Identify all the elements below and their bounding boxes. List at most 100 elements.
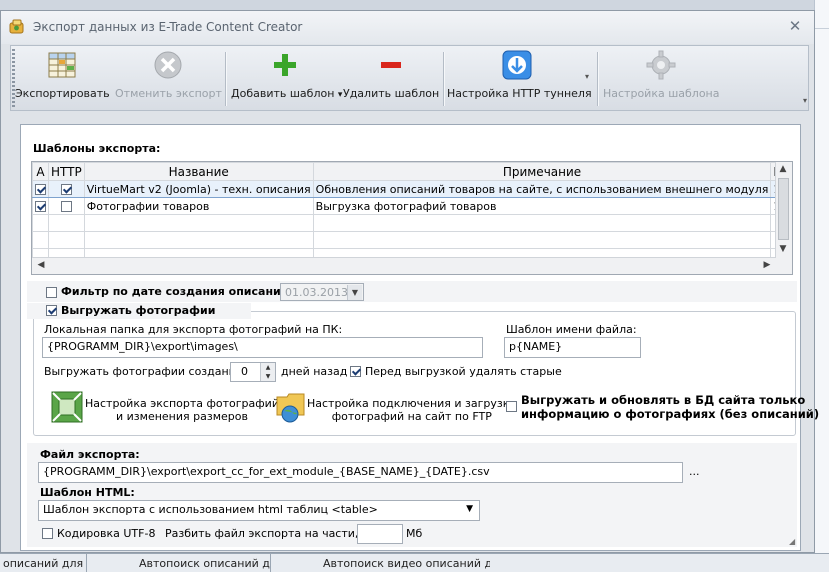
empty-cell: [48, 214, 85, 232]
background-tab[interactable]: Автопоиск описаний для: [86, 554, 270, 572]
column-header-a[interactable]: A: [32, 162, 49, 181]
date-filter-field[interactable]: 01.03.2013 ▼: [280, 283, 364, 301]
photo-days-suffix: дней назад: [281, 365, 348, 378]
delete-old-label: Перед выгрузкой удалять старые: [365, 365, 562, 378]
scroll-up-icon[interactable]: ▲: [776, 164, 790, 174]
table-row[interactable]: [32, 231, 792, 249]
scroll-left-icon[interactable]: ◀: [34, 260, 48, 270]
photo-folder-input[interactable]: {PROGRAMM_DIR}\export\images\: [42, 337, 483, 358]
background-app-edge: [814, 0, 829, 560]
toolbar-separator: [443, 52, 445, 106]
template-settings-label: Настройка шаблона: [603, 87, 720, 100]
delete-template-label: Удалить шаблон: [343, 87, 440, 100]
app-icon: [9, 19, 24, 34]
column-header-note[interactable]: Примечание: [312, 162, 772, 181]
cell-checkbox-a[interactable]: [32, 197, 49, 215]
export-file-label: Файл экспорта:: [40, 448, 140, 461]
html-template-label: Шаблон HTML:: [40, 486, 135, 499]
http-checkbox[interactable]: [60, 184, 72, 195]
grid-vertical-scrollbar[interactable]: ▲ ▼: [775, 162, 792, 274]
http-checkbox[interactable]: [60, 201, 72, 212]
filename-template-input[interactable]: p{NAME}: [504, 337, 641, 358]
grid-horizontal-scrollbar[interactable]: ◀ ▶: [32, 257, 776, 274]
cancel-export-button[interactable]: Отменить экспорт: [115, 46, 222, 110]
html-template-select[interactable]: Шаблон экспорта с использованием html та…: [38, 500, 480, 521]
background-tab[interactable]: Автопоиск видео описаний для: [270, 554, 490, 572]
empty-cell: [83, 231, 314, 249]
content-panel: Шаблоны экспорта: A HTTP Название Примеч…: [20, 124, 819, 551]
cell-name[interactable]: VirtueMart v2 (Joomla) - техн. описания: [83, 180, 314, 198]
minus-icon: [381, 62, 401, 68]
http-tunnel-dropdown[interactable]: ▾: [585, 72, 589, 81]
date-filter-label: Фильтр по дате создания описаний: [61, 285, 289, 298]
export-photos-label: Выгружать фотографии: [61, 304, 216, 317]
table-row[interactable]: VirtueMart v2 (Joomla) - техн. описания О…: [32, 180, 792, 198]
column-header-http[interactable]: HTTP: [48, 162, 85, 181]
delete-template-button[interactable]: Удалить шаблон: [343, 46, 439, 110]
cell-checkbox-http[interactable]: [48, 197, 85, 215]
cell-note[interactable]: Обновления описаний товаров на сайте, с …: [312, 180, 772, 198]
a-checkbox[interactable]: [35, 201, 46, 212]
template-settings-button[interactable]: Настройка шаблона: [603, 46, 720, 110]
filename-template-label: Шаблон имени файла:: [506, 323, 637, 336]
toolbar-separator: [597, 52, 599, 106]
ftp-folder-icon[interactable]: [276, 389, 306, 423]
export-button[interactable]: Экспортировать: [15, 46, 110, 110]
browse-button[interactable]: ...: [689, 465, 700, 478]
empty-cell: [83, 214, 314, 232]
gear-icon: [646, 50, 676, 80]
title-bar: Экспорт данных из E-Trade Content Creato…: [1, 11, 814, 44]
utf8-label: Кодировка UTF-8: [57, 527, 156, 540]
chevron-down-icon[interactable]: ▼: [466, 504, 473, 514]
db-only-checkbox[interactable]: [506, 401, 517, 412]
export-file-input[interactable]: {PROGRAMM_DIR}\export\export_cc_for_ext_…: [38, 462, 683, 483]
cancel-icon: [154, 51, 182, 79]
stepper-arrows-icon[interactable]: ▲ ▼: [260, 363, 275, 381]
table-row[interactable]: [32, 214, 792, 232]
vertical-scroll-thumb[interactable]: [778, 178, 789, 240]
http-tunnel-icon: [502, 50, 532, 80]
column-header-name[interactable]: Название: [83, 162, 314, 181]
window-title: Экспорт данных из E-Trade Content Creato…: [33, 20, 303, 34]
chevron-down-icon: ▾: [337, 90, 343, 100]
empty-cell: [48, 231, 85, 249]
split-size-input[interactable]: [357, 524, 403, 544]
cell-note[interactable]: Выгрузка фотографий товаров: [312, 197, 772, 215]
background-tab-label: Автопоиск описаний для: [139, 557, 270, 570]
db-only-label: Выгружать и обновлять в БД сайта только …: [521, 393, 820, 421]
split-label: Разбить файл экспорта на части, по:: [165, 527, 380, 540]
date-filter-checkbox[interactable]: [46, 287, 57, 298]
cancel-export-label: Отменить экспорт: [115, 87, 222, 100]
cell-name[interactable]: Фотографии товаров: [83, 197, 314, 215]
resize-grip-icon[interactable]: ◢: [789, 537, 799, 549]
close-button[interactable]: ✕: [785, 16, 805, 36]
toolbar: Экспортировать Отменить экспорт Добавить…: [10, 45, 809, 111]
empty-cell: [32, 214, 49, 232]
scroll-right-icon[interactable]: ▶: [760, 260, 774, 270]
delete-old-checkbox[interactable]: [350, 366, 361, 377]
add-template-button[interactable]: Добавить шаблон ▾: [231, 46, 342, 110]
photo-days-stepper[interactable]: 0 ▲ ▼: [230, 362, 276, 382]
ftp-settings-link[interactable]: Настройка подключения и загрузки фотогра…: [307, 397, 517, 423]
html-template-value: Шаблон экспорта с использованием html та…: [43, 503, 378, 516]
photo-days-prefix: Выгружать фотографии созданные: [44, 365, 252, 378]
date-filter-value: 01.03.2013: [285, 286, 348, 299]
resize-photos-link[interactable]: Настройка экспорта фотографий и изменени…: [85, 397, 279, 423]
export-photos-checkbox[interactable]: [46, 305, 57, 316]
resize-photos-icon[interactable]: [51, 391, 83, 423]
empty-cell: [32, 231, 49, 249]
scroll-down-icon[interactable]: ▼: [776, 244, 790, 254]
table-header-row: A HTTP Название Примечание Порядок: [32, 162, 792, 181]
cell-checkbox-a[interactable]: [32, 180, 49, 198]
table-row[interactable]: Фотографии товаров Выгрузка фотографий то…: [32, 197, 792, 215]
background-tab[interactable]: описаний для: [0, 554, 86, 572]
http-tunnel-label: Настройка HTTP туннеля: [447, 87, 592, 100]
chevron-down-icon[interactable]: ▼: [347, 285, 362, 300]
photo-days-value: 0: [241, 365, 248, 378]
empty-cell: [312, 231, 772, 249]
a-checkbox[interactable]: [35, 184, 46, 195]
cell-checkbox-http[interactable]: [48, 180, 85, 198]
http-tunnel-button[interactable]: Настройка HTTP туннеля: [447, 46, 592, 110]
utf8-checkbox[interactable]: [42, 528, 53, 539]
toolbar-overflow-button[interactable]: ▾: [803, 96, 809, 108]
